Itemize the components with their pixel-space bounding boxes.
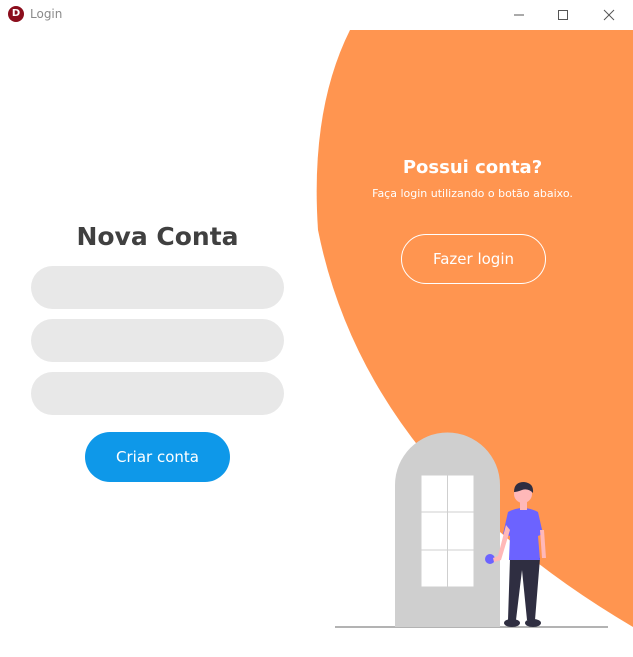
minimize-icon: [514, 14, 524, 16]
signup-field-3[interactable]: [31, 372, 284, 415]
signup-field-1[interactable]: [31, 266, 284, 309]
minimize-button[interactable]: [496, 0, 542, 30]
login-heading: Possui conta?: [402, 157, 543, 178]
app-logo-letter: D: [11, 8, 21, 19]
create-account-button[interactable]: Criar conta: [85, 432, 230, 482]
login-button-label: Fazer login: [432, 250, 515, 268]
window-title: Login: [30, 7, 63, 21]
signup-field-2[interactable]: [31, 319, 284, 362]
maximize-button[interactable]: [540, 0, 586, 30]
title-bar: D Login: [0, 0, 633, 30]
door-illustration: [335, 432, 608, 628]
create-account-label: Criar conta: [116, 448, 199, 466]
maximize-icon: [558, 10, 568, 20]
close-button[interactable]: [586, 0, 632, 30]
login-hint: Faça login utilizando o botão abaixo.: [372, 187, 573, 200]
close-icon: [603, 9, 615, 21]
person-figure: [493, 482, 546, 627]
login-button[interactable]: Fazer login: [401, 234, 546, 284]
page-title: Nova Conta: [76, 222, 239, 251]
app-logo-icon: D: [8, 6, 24, 22]
